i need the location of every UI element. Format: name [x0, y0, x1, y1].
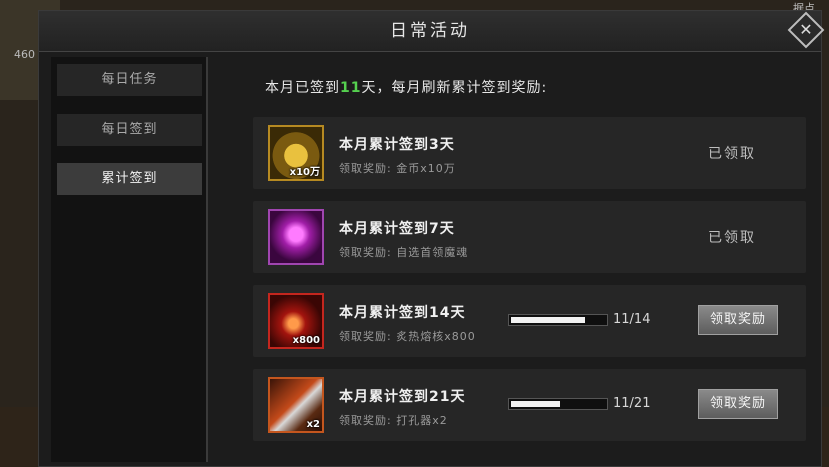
tab-daily-tasks[interactable]: 每日任务	[57, 64, 202, 96]
daily-activity-window: 日常活动 ✕ 每日任务 每日签到 累计签到 本月已签到11天，每月刷新累计签到奖…	[38, 10, 825, 467]
tab-cumulative-signin[interactable]: 累计签到	[57, 163, 202, 195]
reward-description: 领取奖励: 金币x10万	[339, 162, 456, 175]
claimed-status: 已领取	[708, 230, 756, 246]
progress-fill	[511, 401, 561, 407]
reward-description: 领取奖励: 打孔器x2	[339, 414, 448, 427]
content-panel: 本月已签到11天，每月刷新累计签到奖励: x10万 本月累计签到3天 领取奖励:…	[217, 57, 813, 462]
claim-reward-button[interactable]: 领取奖励	[698, 305, 778, 335]
item-quantity: x2	[306, 419, 320, 430]
sidebar-divider	[206, 57, 208, 462]
summary-prefix: 本月已签到	[265, 80, 340, 96]
summary-suffix: 天，每月刷新累计签到奖励:	[361, 80, 548, 96]
background-value: 460	[14, 48, 35, 61]
close-icon: ✕	[799, 20, 813, 39]
progress-bar	[508, 314, 608, 326]
blade-punch-icon: x2	[268, 377, 324, 433]
item-quantity: x10万	[289, 167, 320, 178]
purple-skull-soul-icon	[268, 209, 324, 265]
reward-row-3-days: x10万 本月累计签到3天 领取奖励: 金币x10万 已领取	[253, 117, 806, 189]
item-quantity: x800	[292, 335, 320, 346]
gold-coins-icon: x10万	[268, 125, 324, 181]
signin-days: 11	[340, 80, 362, 96]
window-title: 日常活动	[39, 11, 821, 52]
reward-row-21-days: x2 本月累计签到21天 领取奖励: 打孔器x2 11/21 领取奖励	[253, 369, 806, 441]
reward-title: 本月累计签到3天	[339, 137, 455, 153]
tab-daily-signin[interactable]: 每日签到	[57, 114, 202, 146]
reward-title: 本月累计签到21天	[339, 389, 466, 405]
reward-title: 本月累计签到7天	[339, 221, 455, 237]
claimed-status: 已领取	[708, 146, 756, 162]
progress-fill	[511, 317, 585, 323]
reward-title: 本月累计签到14天	[339, 305, 466, 321]
signin-summary: 本月已签到11天，每月刷新累计签到奖励:	[265, 77, 547, 97]
sidebar: 每日任务 每日签到 累计签到	[51, 57, 206, 462]
reward-row-14-days: x800 本月累计签到14天 领取奖励: 炙热熔核x800 11/14 领取奖励	[253, 285, 806, 357]
fire-core-icon: x800	[268, 293, 324, 349]
progress-text: 11/14	[613, 312, 651, 327]
reward-row-7-days: 本月累计签到7天 领取奖励: 自选首领魔魂 已领取	[253, 201, 806, 273]
progress-text: 11/21	[613, 396, 651, 411]
reward-description: 领取奖励: 炙热熔核x800	[339, 330, 476, 343]
claim-reward-button[interactable]: 领取奖励	[698, 389, 778, 419]
reward-description: 领取奖励: 自选首领魔魂	[339, 246, 469, 259]
progress-bar	[508, 398, 608, 410]
